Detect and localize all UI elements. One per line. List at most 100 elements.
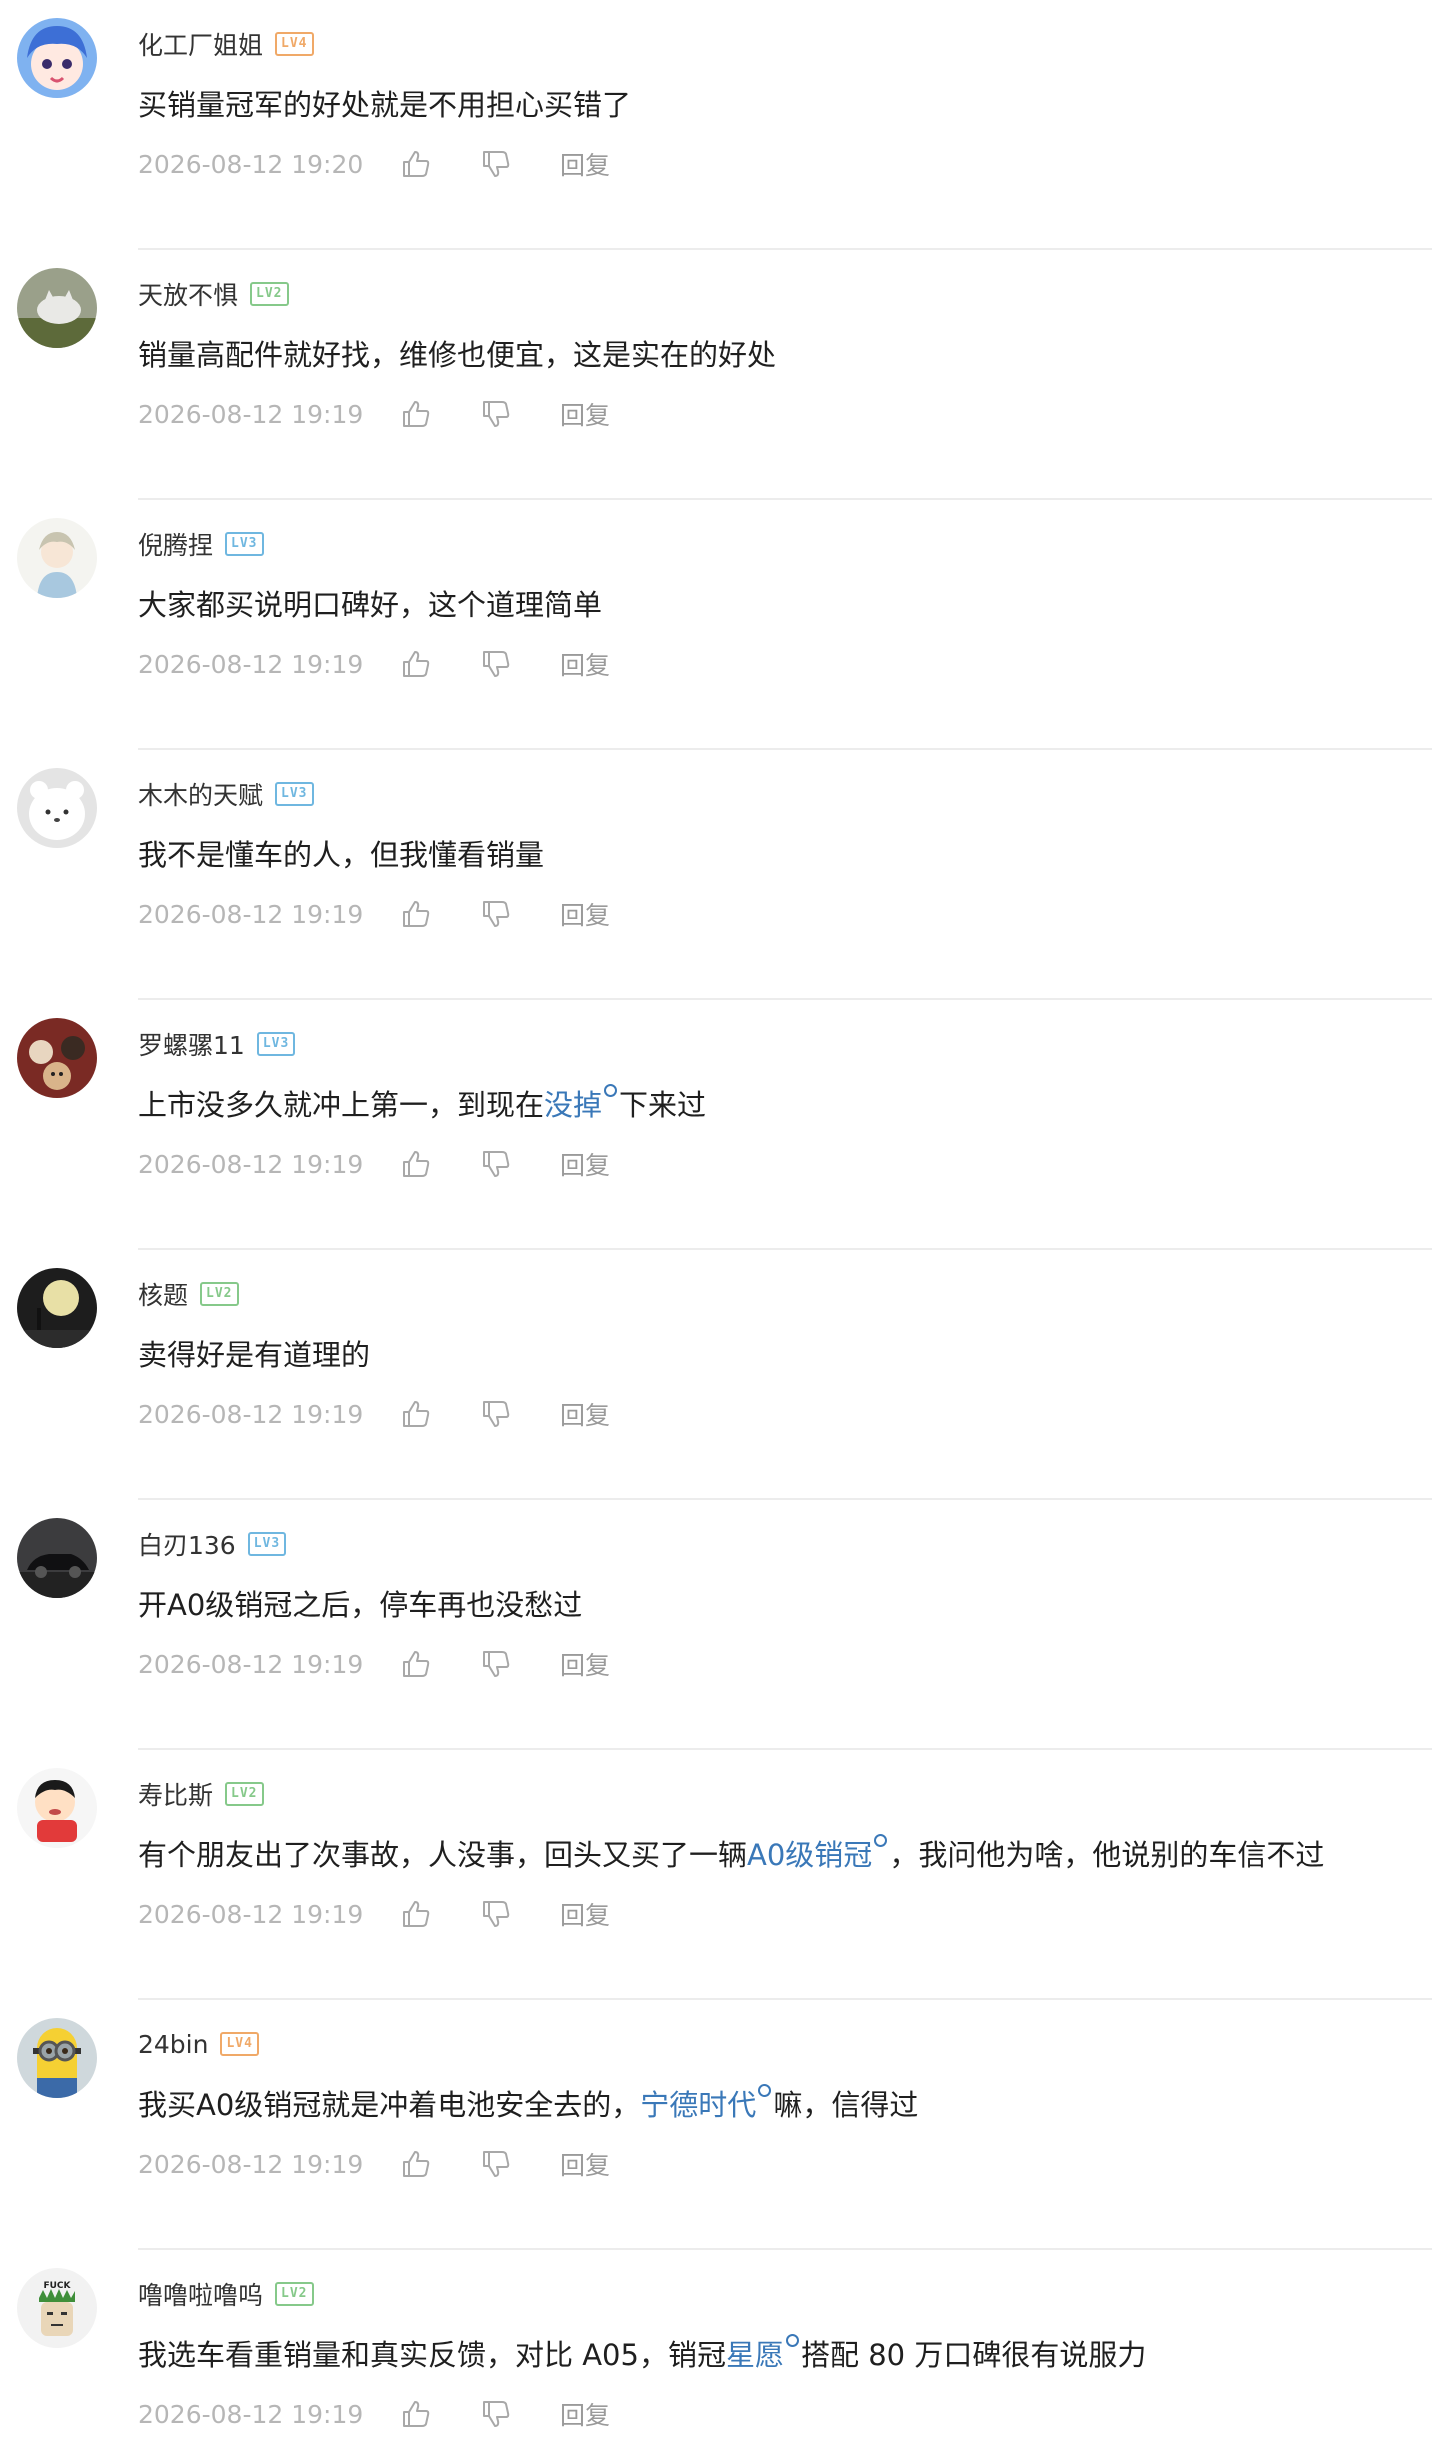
comment-text: 卖得好是有道理的	[138, 1332, 370, 1374]
username[interactable]: 天放不惧	[138, 276, 238, 312]
avatar[interactable]	[17, 1768, 97, 1848]
reply-button[interactable]: 回复	[560, 1396, 610, 1432]
thumbs-down-icon	[483, 651, 510, 677]
thumbs-up-icon	[403, 1401, 430, 1427]
reply-button[interactable]: 回复	[560, 896, 610, 932]
comment-text-segment: 大家都买说明口碑好，这个道理简单	[138, 588, 603, 622]
timestamp: 2026-08-12 19:19	[138, 1899, 364, 1929]
dislike-button[interactable]	[480, 398, 512, 430]
like-button[interactable]	[400, 2148, 432, 2180]
reply-button[interactable]: 回复	[560, 646, 610, 682]
search-icon	[874, 1834, 888, 1847]
dislike-button[interactable]	[480, 898, 512, 930]
meme-face-avatar-image: FUCK	[17, 2268, 97, 2348]
reply-button[interactable]: 回复	[560, 1146, 610, 1182]
topic-link[interactable]: 宁德时代	[640, 2084, 773, 2122]
comment-meta: 2026-08-12 19:19 回复	[138, 896, 610, 932]
reply-button[interactable]: 回复	[560, 2396, 610, 2432]
avatar[interactable]: FUCK	[17, 2268, 97, 2348]
avatar[interactable]	[17, 268, 97, 348]
comment-list: 化工厂姐姐 LV4 买销量冠军的好处就是不用担心买错了 2026-08-12 1…	[0, 0, 1432, 2448]
timestamp: 2026-08-12 19:19	[138, 899, 364, 929]
like-button[interactable]	[400, 1648, 432, 1680]
topic-link[interactable]: 星愿	[726, 2334, 801, 2372]
like-button[interactable]	[400, 1148, 432, 1180]
dislike-button[interactable]	[480, 648, 512, 680]
comment-meta: 2026-08-12 19:19 回复	[138, 1646, 610, 1682]
user-row: 罗螺骡11 LV3	[138, 1026, 296, 1062]
dislike-button[interactable]	[480, 148, 512, 180]
user-row: 24bin LV4	[138, 2026, 259, 2062]
thumbs-down-icon	[483, 901, 510, 927]
username[interactable]: 核题	[138, 1276, 188, 1312]
username[interactable]: 24bin	[138, 2030, 208, 2059]
like-button[interactable]	[400, 1398, 432, 1430]
avatar[interactable]	[17, 18, 97, 98]
thumbs-up-icon	[403, 901, 430, 927]
username[interactable]: 罗螺骡11	[138, 1026, 245, 1062]
comment-meta: 2026-08-12 19:20 回复	[138, 146, 610, 182]
dislike-button[interactable]	[480, 1898, 512, 1930]
level-badge: LV2	[225, 1782, 264, 1806]
timestamp: 2026-08-12 19:19	[138, 649, 364, 679]
username[interactable]: 化工厂姐姐	[138, 26, 263, 62]
comment-item: 白刃136 LV3 开A0级销冠之后，停车再也没愁过 2026-08-12 19…	[0, 1500, 1432, 1750]
reply-button[interactable]: 回复	[560, 1896, 610, 1932]
avatar[interactable]	[17, 1268, 97, 1348]
user-row: 寿比斯 LV2	[138, 1776, 264, 1812]
topic-link[interactable]: A0级销冠	[747, 1834, 889, 1872]
thumbs-up-icon	[403, 1151, 430, 1177]
comment-meta: 2026-08-12 19:19 回复	[138, 2146, 610, 2182]
username[interactable]: 噜噜啦噜呜	[138, 2276, 263, 2312]
comment-item: 化工厂姐姐 LV4 买销量冠军的好处就是不用担心买错了 2026-08-12 1…	[0, 0, 1432, 250]
username[interactable]: 倪腾捏	[138, 526, 213, 562]
avatar[interactable]	[17, 2018, 97, 2098]
avatar[interactable]	[17, 518, 97, 598]
user-row: 噜噜啦噜呜 LV2	[138, 2276, 314, 2312]
dislike-button[interactable]	[480, 1398, 512, 1430]
dislike-button[interactable]	[480, 2398, 512, 2430]
anime-girl-avatar-image	[17, 18, 97, 98]
like-button[interactable]	[400, 148, 432, 180]
avatar[interactable]	[17, 1518, 97, 1598]
like-button[interactable]	[400, 398, 432, 430]
moon-silhouette-avatar-image	[17, 1268, 97, 1348]
comment-text-segment: 上市没多久就冲上第一，到现在	[138, 1088, 545, 1122]
topic-link[interactable]: 没掉	[544, 1084, 619, 1122]
like-button[interactable]	[400, 648, 432, 680]
reply-button[interactable]: 回复	[560, 2146, 610, 2182]
reply-button[interactable]: 回复	[560, 1646, 610, 1682]
topic-link-label: 没掉	[544, 1088, 603, 1122]
comment-meta: 2026-08-12 19:19 回复	[138, 1146, 610, 1182]
dislike-button[interactable]	[480, 1648, 512, 1680]
comment-item: 木木的天赋 LV3 我不是懂车的人，但我懂看销量 2026-08-12 19:1…	[0, 750, 1432, 1000]
comment-meta: 2026-08-12 19:19 回复	[138, 2396, 610, 2432]
dislike-button[interactable]	[480, 1148, 512, 1180]
thumbs-up-icon	[403, 1901, 430, 1927]
username[interactable]: 白刃136	[138, 1526, 236, 1562]
reply-button[interactable]: 回复	[560, 146, 610, 182]
car-photo-avatar-image	[17, 1518, 97, 1598]
avatar[interactable]	[17, 1018, 97, 1098]
cartoon-boy-avatar-image	[17, 1768, 97, 1848]
reply-button[interactable]: 回复	[560, 396, 610, 432]
avatar[interactable]	[17, 768, 97, 848]
comment-text-segment: 嘛，信得过	[773, 2088, 919, 2122]
like-button[interactable]	[400, 2398, 432, 2430]
username[interactable]: 寿比斯	[138, 1776, 213, 1812]
comment-text: 我选车看重销量和真实反馈，对比 A05，销冠星愿 搭配 80 万口碑很有说服力	[138, 2332, 1146, 2374]
comment-text: 开A0级销冠之后，停车再也没愁过	[138, 1582, 582, 1624]
like-button[interactable]	[400, 898, 432, 930]
dislike-button[interactable]	[480, 2148, 512, 2180]
comment-item: 倪腾捏 LV3 大家都买说明口碑好，这个道理简单 2026-08-12 19:1…	[0, 500, 1432, 750]
level-badge: LV3	[256, 1032, 296, 1056]
thumbs-down-icon	[483, 2151, 510, 2177]
search-icon	[604, 1084, 618, 1097]
level-badge: LV3	[225, 532, 264, 556]
comment-text-segment: 买销量冠军的好处就是不用担心买错了	[138, 88, 632, 122]
comment-item: 24bin LV4 我买A0级销冠就是冲着电池安全去的，宁德时代 嘛，信得过 20…	[0, 2000, 1432, 2250]
user-row: 天放不惧 LV2	[138, 276, 289, 312]
thumbs-up-icon	[403, 151, 430, 177]
username[interactable]: 木木的天赋	[138, 776, 263, 812]
like-button[interactable]	[400, 1898, 432, 1930]
